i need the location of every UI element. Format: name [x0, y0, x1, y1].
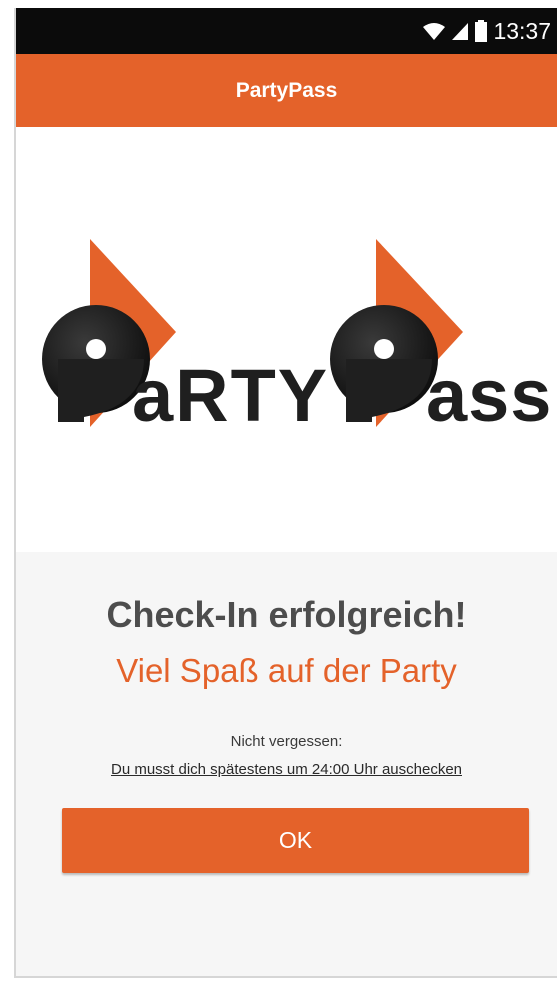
- checkout-reminder: Du musst dich spätestens um 24:00 Uhr au…: [110, 761, 462, 778]
- reminder-label: Nicht vergessen:: [230, 733, 343, 750]
- wifi-icon: [423, 23, 446, 40]
- status-icons: 13:37: [422, 15, 551, 47]
- confirmation-panel: Check-In erfolgreich! Viel Spaß auf der …: [16, 552, 557, 976]
- status-time: 13:37: [493, 17, 551, 44]
- party-greeting: Viel Spaß auf der Party: [116, 652, 457, 689]
- app-title: PartyPass: [235, 78, 338, 102]
- svg-text:ass: ass: [426, 354, 552, 437]
- checkin-success-headline: Check-In erfolgreich!: [106, 594, 467, 635]
- partypass-logo: aRTY ass: [42, 239, 552, 437]
- status-bar: 13:37: [16, 8, 557, 54]
- phone-screen: 13:37 PartyPass aRTY ass Check-In erfolg…: [14, 8, 557, 978]
- ok-button[interactable]: OK: [62, 808, 529, 873]
- battery-icon: [475, 20, 488, 42]
- logo-area: aRTY ass: [16, 127, 557, 552]
- svg-text:aRTY: aRTY: [132, 354, 329, 437]
- signal-icon: [452, 23, 469, 40]
- app-bar: PartyPass: [16, 54, 557, 127]
